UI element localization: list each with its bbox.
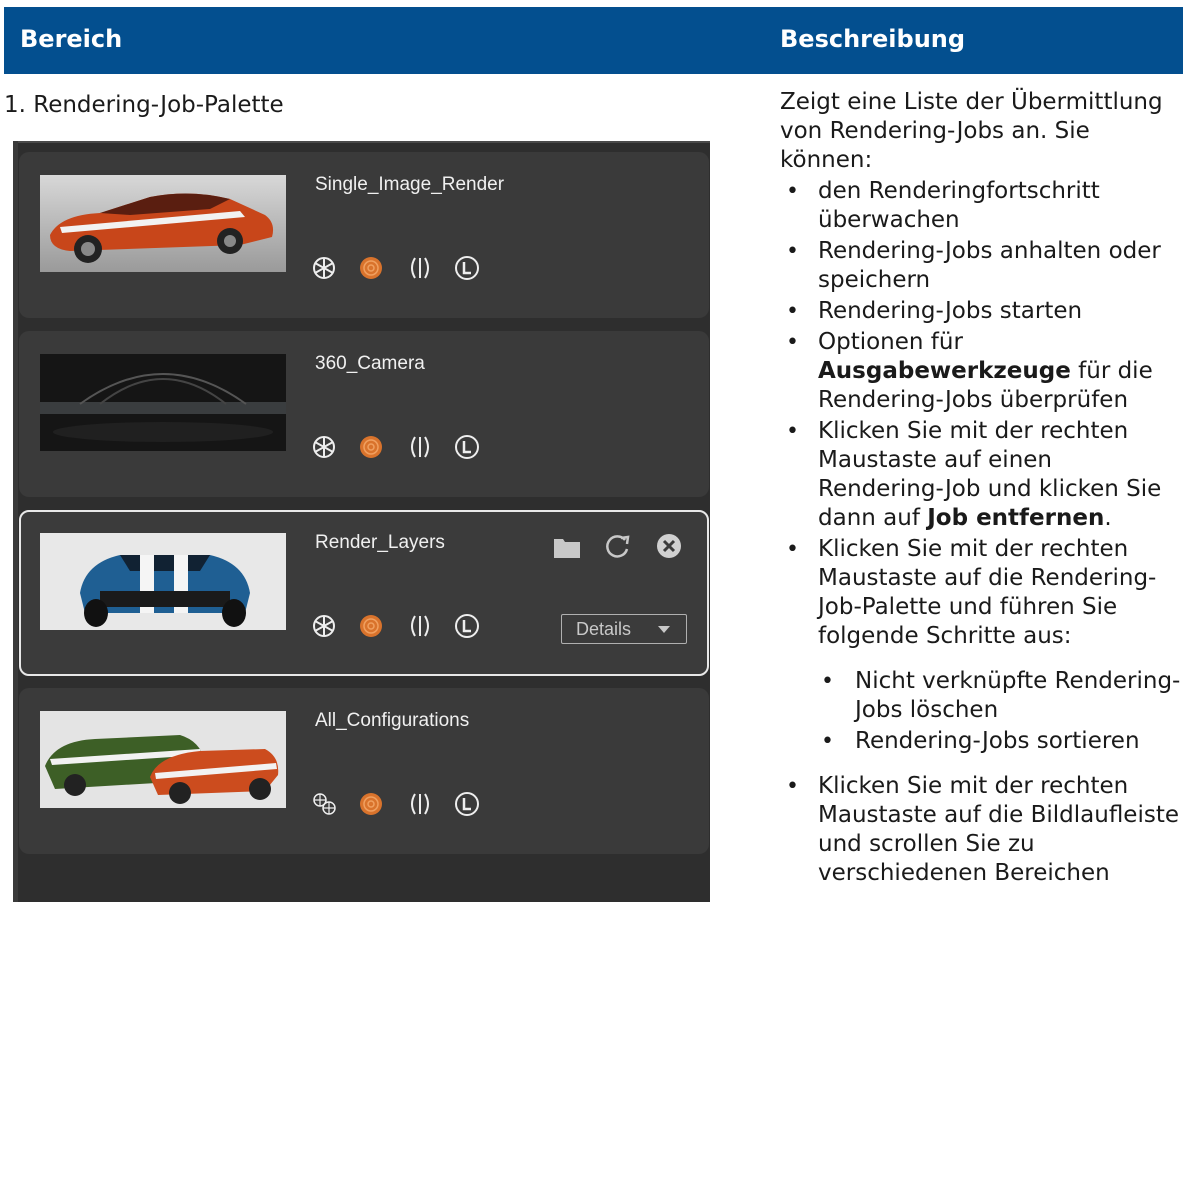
job-thumbnail bbox=[40, 533, 286, 630]
job-thumbnail bbox=[40, 175, 286, 272]
job-thumbnail bbox=[40, 711, 286, 808]
render-progress-icon[interactable] bbox=[358, 791, 384, 817]
denoiser-icon[interactable] bbox=[406, 255, 434, 281]
description-list: den Renderingfortschritt überwachen Rend… bbox=[780, 177, 1183, 651]
area-title: 1. Rendering-Job-Palette bbox=[4, 92, 284, 118]
job-name: Single_Image_Render bbox=[315, 174, 505, 195]
layers-l-icon[interactable] bbox=[454, 791, 480, 817]
denoiser-icon[interactable] bbox=[406, 434, 434, 460]
multi-aperture-icon[interactable] bbox=[311, 791, 339, 817]
chevron-down-icon bbox=[658, 626, 670, 633]
close-icon[interactable] bbox=[655, 532, 683, 560]
render-progress-icon[interactable] bbox=[358, 434, 384, 460]
list-item: Klicken Sie mit der rechten Maustaste au… bbox=[780, 417, 1183, 533]
sub-list-item: Rendering-Jobs sortieren bbox=[780, 727, 1183, 756]
sub-list-item: Nicht verknüpfte Rendering-Jobs löschen bbox=[780, 667, 1183, 725]
job-item-all-configurations[interactable]: All_Configurations bbox=[19, 688, 709, 854]
list-item: den Renderingfortschritt überwachen bbox=[780, 177, 1183, 235]
details-label: Details bbox=[576, 619, 632, 639]
refresh-icon[interactable] bbox=[604, 532, 632, 560]
job-thumbnail bbox=[40, 354, 286, 451]
job-item-single-image-render[interactable]: Single_Image_Render bbox=[19, 152, 709, 318]
bold-term: Ausgabewerkzeuge bbox=[818, 358, 1071, 384]
details-dropdown[interactable]: Details bbox=[561, 614, 687, 644]
text-segment: Optionen für bbox=[818, 329, 963, 355]
aperture-icon[interactable] bbox=[311, 255, 337, 281]
job-name: Render_Layers bbox=[315, 532, 445, 553]
palette-edge bbox=[13, 141, 18, 902]
table-header: Bereich Beschreibung bbox=[4, 7, 1183, 74]
description-intro: Zeigt eine Liste der Übermittlung von Re… bbox=[780, 89, 1163, 173]
column-header-beschreibung: Beschreibung bbox=[780, 25, 966, 53]
denoiser-icon[interactable] bbox=[406, 613, 434, 639]
list-item: Rendering-Jobs starten bbox=[780, 297, 1183, 326]
text-segment: . bbox=[1104, 505, 1112, 531]
aperture-icon[interactable] bbox=[311, 434, 337, 460]
job-name: All_Configurations bbox=[315, 710, 470, 731]
column-header-bereich: Bereich bbox=[20, 25, 123, 53]
layers-l-icon[interactable] bbox=[454, 255, 480, 281]
list-item: Klicken Sie mit der rechten Maustaste au… bbox=[780, 772, 1183, 888]
layers-l-icon[interactable] bbox=[454, 613, 480, 639]
render-progress-icon[interactable] bbox=[358, 613, 384, 639]
bold-term: Job entfernen bbox=[927, 505, 1105, 531]
list-item: Rendering-Jobs anhalten oder speichern bbox=[780, 237, 1183, 295]
job-item-render-layers[interactable]: Render_Layers Details bbox=[19, 510, 709, 676]
rendering-job-palette: Single_Image_Render 360_Camera Render_La… bbox=[13, 141, 710, 902]
render-progress-icon[interactable] bbox=[358, 255, 384, 281]
job-name: 360_Camera bbox=[315, 353, 425, 374]
layers-l-icon[interactable] bbox=[454, 434, 480, 460]
job-item-360-camera[interactable]: 360_Camera bbox=[19, 331, 709, 497]
denoiser-icon[interactable] bbox=[406, 791, 434, 817]
aperture-icon[interactable] bbox=[311, 613, 337, 639]
list-item: Klicken Sie mit der rechten Maustaste au… bbox=[780, 535, 1183, 651]
folder-icon[interactable] bbox=[552, 534, 582, 560]
description-sublist: Nicht verknüpfte Rendering-Jobs löschen … bbox=[780, 667, 1183, 756]
description-column: Zeigt eine Liste der Übermittlung von Re… bbox=[780, 88, 1183, 888]
description-list-end: Klicken Sie mit der rechten Maustaste au… bbox=[780, 772, 1183, 888]
list-item: Optionen für Ausgabewerkzeuge für die Re… bbox=[780, 328, 1183, 415]
